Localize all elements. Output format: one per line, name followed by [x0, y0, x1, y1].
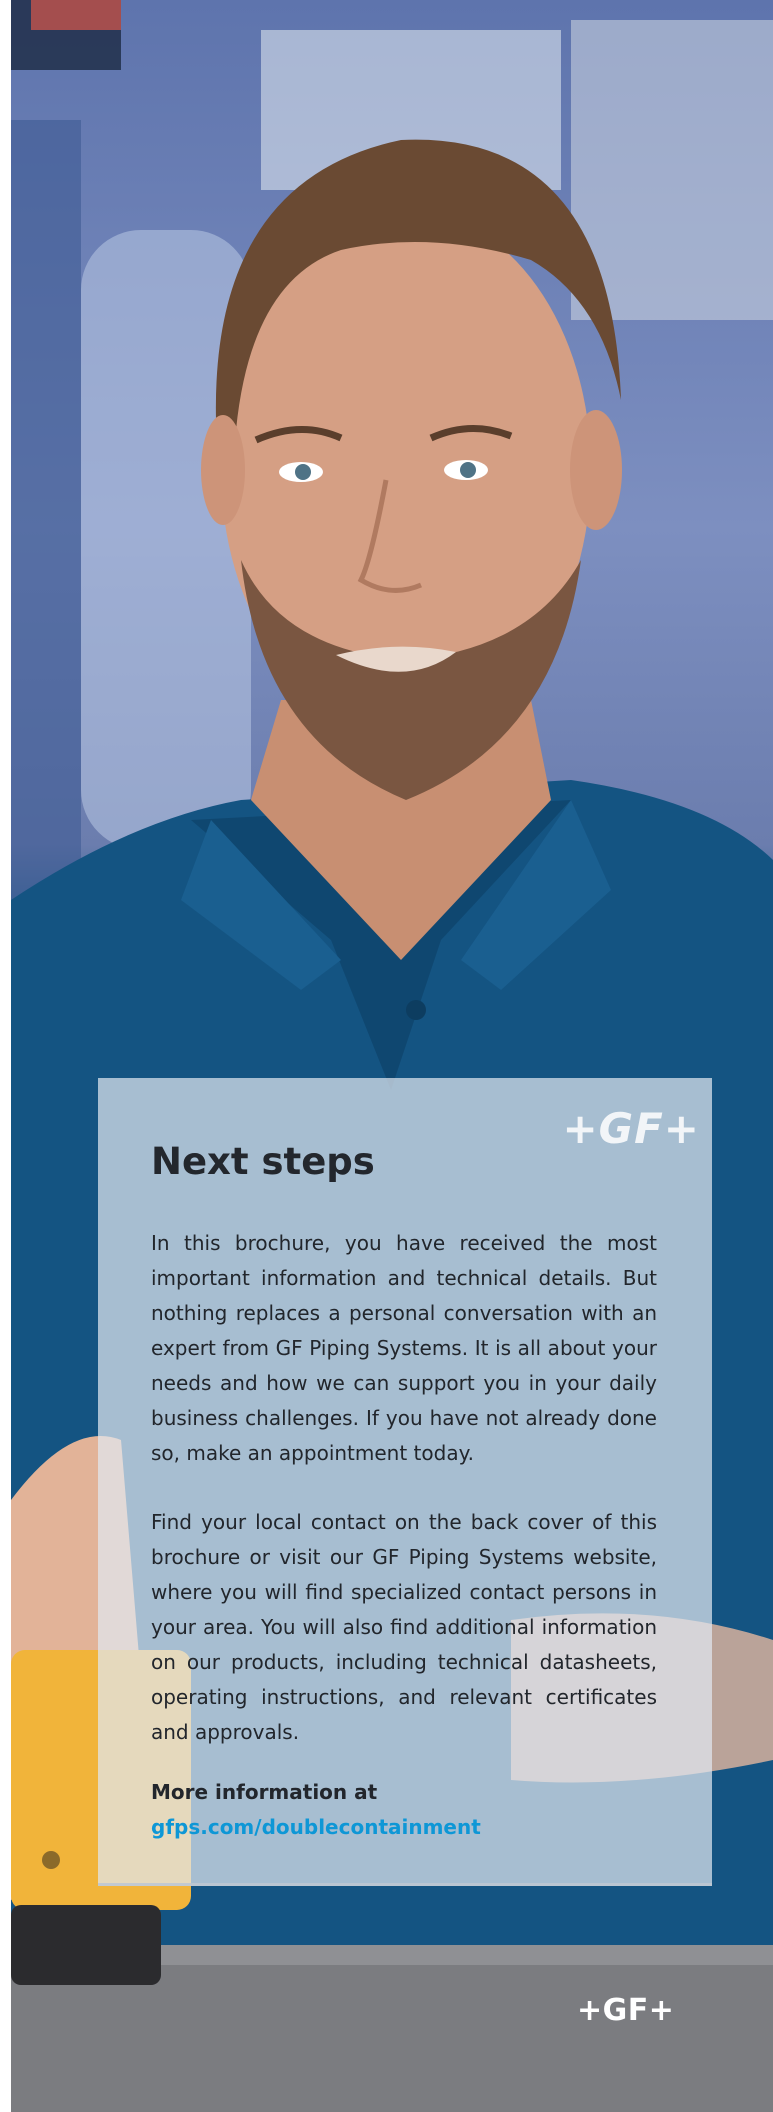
gf-logo-watermark: +GF+ — [562, 1104, 700, 1153]
brochure-page: +GF+ Next steps In this brochure, you ha… — [0, 0, 773, 2112]
next-steps-card: +GF+ Next steps In this brochure, you ha… — [98, 1078, 712, 1886]
intro-paragraph: In this brochure, you have received the … — [151, 1231, 657, 1465]
double-containment-link[interactable]: gfps.com/doublecontainment — [151, 1815, 481, 1839]
more-info-label: More information at — [151, 1780, 378, 1804]
gf-footer-logo: +GF+ — [577, 1993, 675, 2028]
contact-paragraph: Find your local contact on the back cove… — [151, 1510, 657, 1744]
card-title: Next steps — [151, 1140, 375, 1183]
